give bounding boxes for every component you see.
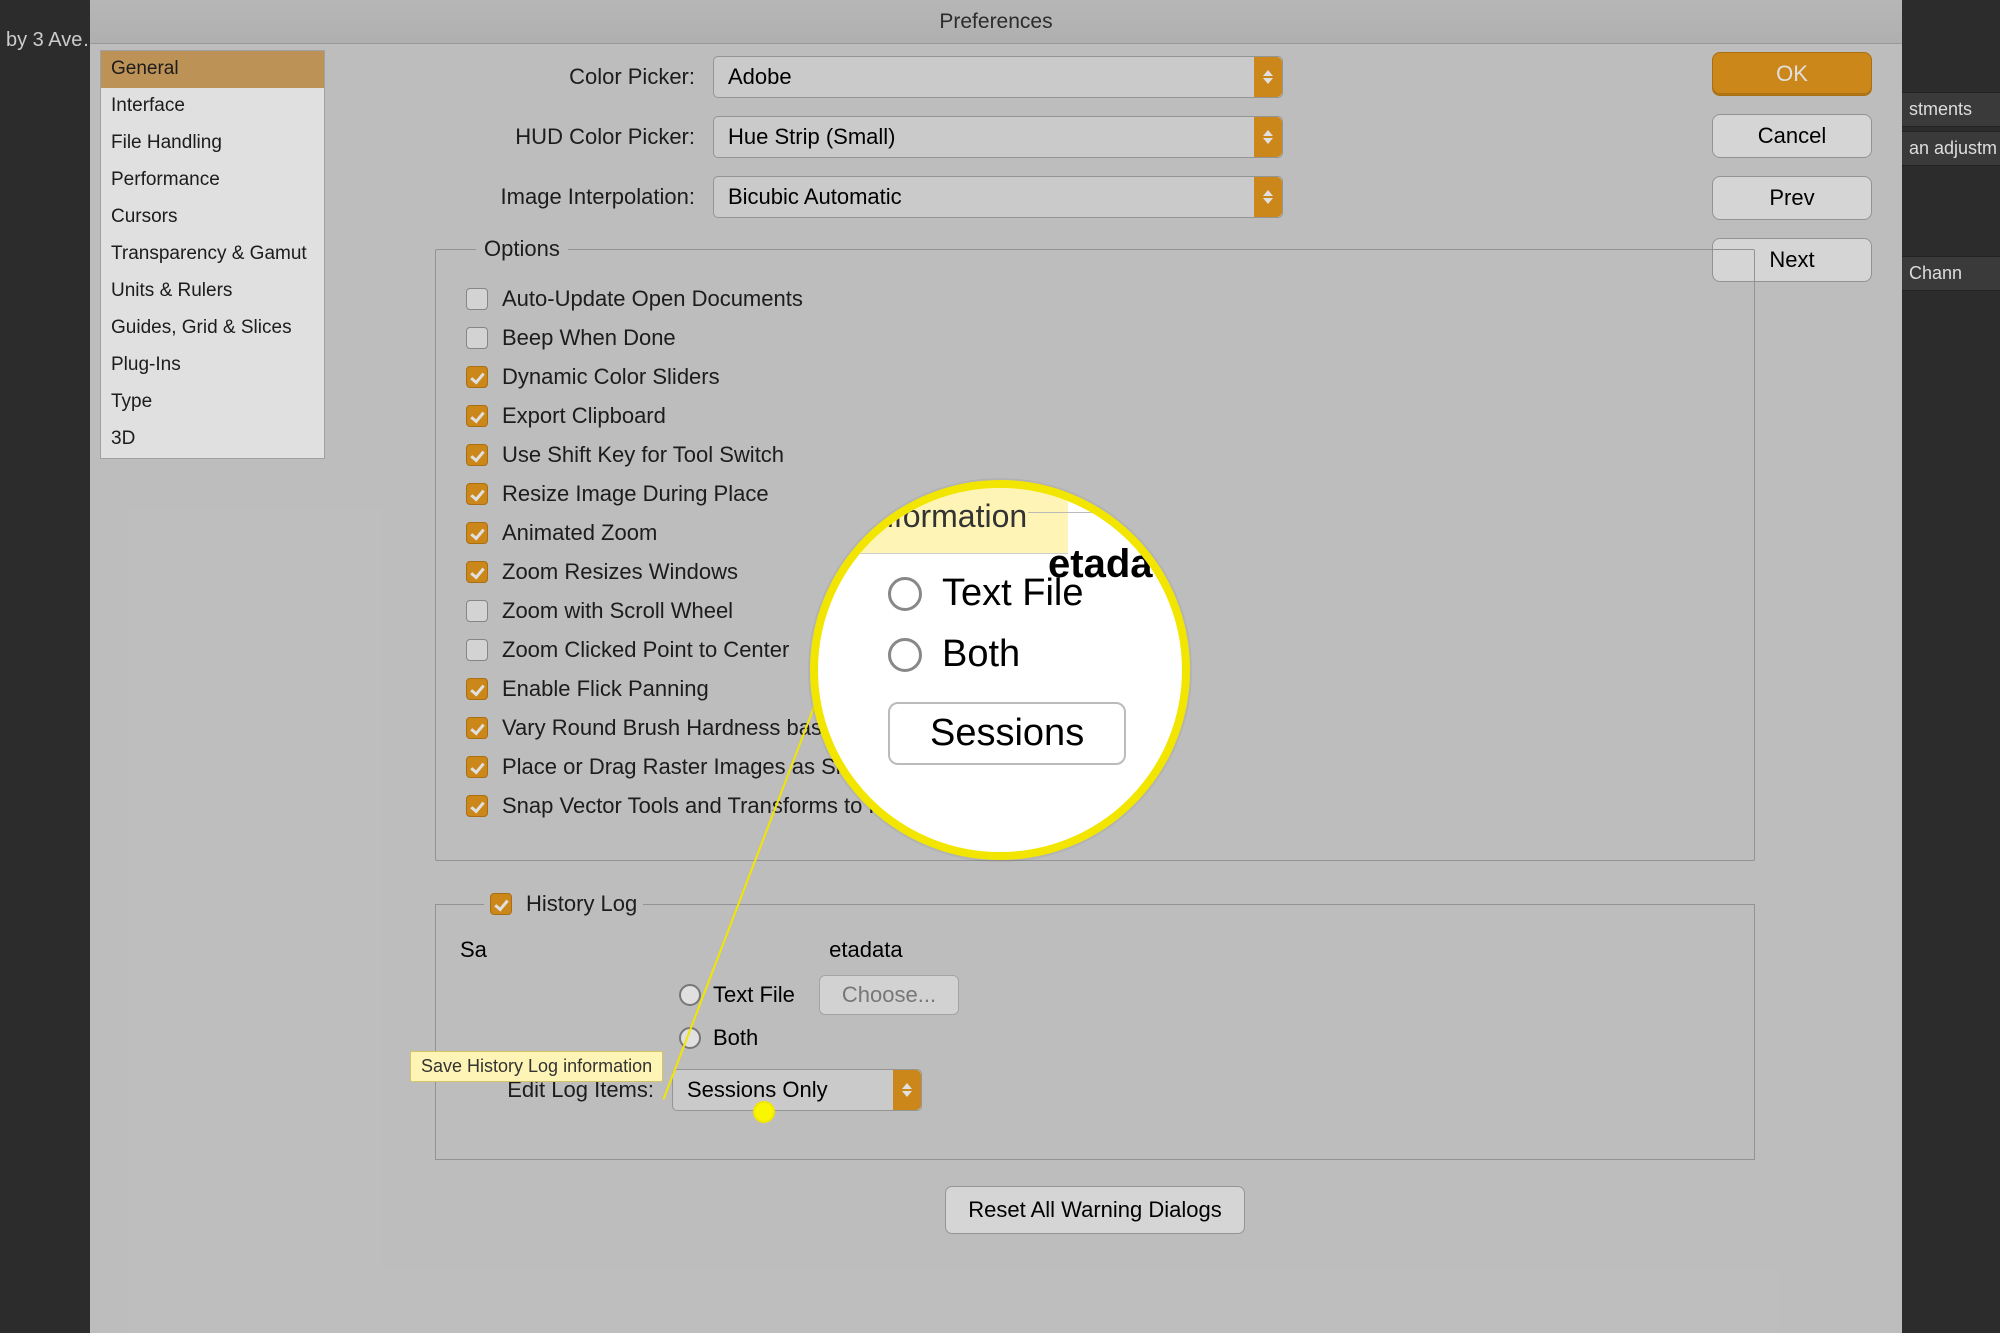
preferences-sidebar: General Interface File Handling Performa… [100,50,325,459]
sidebar-item-interface[interactable]: Interface [101,88,324,125]
check-dynamic-sliders[interactable]: Dynamic Color Sliders [466,364,1724,390]
panel-tab-adjustments[interactable]: stments [1900,92,2000,127]
sidebar-item-guides[interactable]: Guides, Grid & Slices [101,310,324,347]
sidebar-item-general[interactable]: General [101,51,324,88]
mag-radio-both[interactable]: Both [888,633,1190,676]
sidebar-item-units[interactable]: Units & Rulers [101,273,324,310]
sidebar-item-plugins[interactable]: Plug-Ins [101,347,324,384]
reset-warnings-button[interactable]: Reset All Warning Dialogs [945,1186,1245,1234]
mag-tooltip-fragment: nformation [810,480,1068,554]
check-history-log[interactable]: History Log [490,891,637,917]
tooltip-save-history: Save History Log information [410,1051,663,1082]
mag-metadata-label: etadata [1048,542,1188,587]
history-group: History Log Sa xxxxxxxxxxxxxxxxxxxxxxxxx… [435,891,1755,1160]
sidebar-item-performance[interactable]: Performance [101,162,324,199]
panel-tab-add: an adjustm [1900,131,2000,166]
check-shift-tool[interactable]: Use Shift Key for Tool Switch [466,442,1724,468]
panel-tab-channels[interactable]: Chann [1900,256,2000,291]
sidebar-item-file-handling[interactable]: File Handling [101,125,324,162]
radio-text-file[interactable]: Text FileChoose... [679,975,1726,1015]
sidebar-item-3d[interactable]: 3D [101,421,324,458]
callout-dot [753,1101,775,1123]
select-color-picker[interactable]: Adobe [713,56,1283,98]
save-log-label: Sa xxxxxxxxxxxxxxxxxxxxxxxxxxxxxx etadat… [460,937,1726,963]
magnifier-callout: nformation etadata Text File Both Sessio… [810,480,1190,860]
select-edit-log[interactable]: Sessions Only [672,1069,922,1111]
document-tab[interactable]: by 3 Ave… [0,22,102,58]
dropdown-caret-icon[interactable] [1254,57,1282,97]
label-hud-picker: HUD Color Picker: [435,124,695,150]
sidebar-item-transparency[interactable]: Transparency & Gamut [101,236,324,273]
dropdown-caret-icon[interactable] [893,1070,921,1110]
check-auto-update[interactable]: Auto-Update Open Documents [466,286,1724,312]
dropdown-caret-icon[interactable] [1254,117,1282,157]
select-hud-picker[interactable]: Hue Strip (Small) [713,116,1283,158]
dropdown-caret-icon[interactable] [1254,177,1282,217]
label-interpolation: Image Interpolation: [435,184,695,210]
right-panel-partial: stments an adjustm Chann [1900,92,2000,295]
mag-sessions-fragment: Sessions [888,702,1126,765]
dialog-title: Preferences [90,0,1902,44]
check-beep[interactable]: Beep When Done [466,325,1724,351]
radio-both[interactable]: Both [679,1025,1726,1051]
select-interpolation[interactable]: Bicubic Automatic [713,176,1283,218]
label-color-picker: Color Picker: [435,64,695,90]
check-export-clipboard[interactable]: Export Clipboard [466,403,1724,429]
options-legend: Options [476,236,568,262]
sidebar-item-type[interactable]: Type [101,384,324,421]
sidebar-item-cursors[interactable]: Cursors [101,199,324,236]
choose-button[interactable]: Choose... [819,975,959,1015]
